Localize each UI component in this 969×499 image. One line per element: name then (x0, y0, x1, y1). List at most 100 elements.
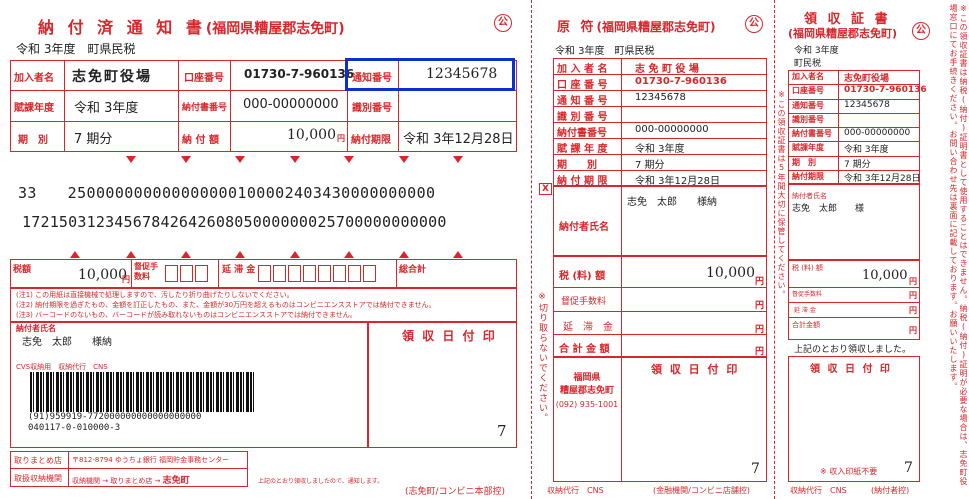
note-3: (注3) バーコードのないもの、バーコードが読み取れないものはコンビニエンススト… (16, 311, 357, 319)
right-row-value: 12345678 (844, 99, 890, 110)
marker-up-icon (290, 251, 300, 258)
subscriber-value: 志免町役場 (72, 69, 152, 85)
grid-col-line (621, 357, 622, 482)
mid-title-sub: (福岡県糟屋郡志免町) (596, 20, 716, 34)
grid-row-line (553, 138, 767, 139)
right-total-yen: 円 (909, 326, 917, 335)
amount-label: 納 付 額 (182, 135, 219, 146)
mid-bottom-right: (金融機関/コンビニ店舗控) (653, 486, 750, 495)
fiscal-value: 令和 3年度 (74, 101, 139, 116)
fee-label: 督促手数料 (134, 262, 158, 281)
mid-tax-value: 10,000 (706, 265, 755, 281)
late-box (303, 265, 316, 282)
right-total-label: 合計金額 (792, 321, 820, 329)
tax-yen: 円 (122, 275, 130, 284)
mid-stamp-label: 領 収 日 付 印 (651, 363, 740, 376)
hikae-label: 識別番号 (352, 103, 392, 114)
left-stamp-digit: 7 (497, 422, 507, 440)
grid-row-line (10, 121, 517, 122)
grid-row-line (553, 311, 767, 312)
routing-value-2: 収納機関 → 取りまとめ店 → 志免町 (72, 473, 190, 486)
separator-dashed (531, 0, 532, 499)
cvs-caption: CVS収納用 収納代行 CNS (16, 363, 108, 371)
right-row-label: 納付書番号 (792, 129, 832, 138)
right-tax: 町民税 (794, 59, 822, 69)
late-box (333, 265, 346, 282)
right-payer-value: 志免 太郎 様 (792, 204, 865, 214)
marker-down-icon (290, 156, 300, 163)
mid-seal-icon: 公 (745, 15, 763, 33)
right-row-value: 000-00000000 (844, 128, 911, 138)
right-row-label: 口座番号 (792, 86, 824, 96)
marker-down-icon (235, 156, 245, 163)
subscriber-label: 加入者名 (14, 73, 54, 84)
grid-col-line (68, 451, 69, 487)
fee-box (165, 265, 178, 282)
right-row-label: 識別番号 (792, 114, 824, 124)
routing-label-2: 取扱収納機関 (14, 474, 62, 483)
mid-row-value: 志 免 町 役 場 (635, 64, 699, 75)
right-era: 令和 3年度 (794, 46, 839, 56)
ocr-line-2: 1721503123456784264260805000000025700000… (22, 213, 447, 231)
mid-total-yen: 円 (755, 347, 765, 357)
right-row-label: 加入者名 (792, 72, 824, 81)
term-label: 期 別 (18, 135, 48, 146)
right-row-label: 期 別 (792, 157, 816, 167)
right-row-value: 志免町役場 (844, 74, 890, 84)
right-tax-label: 税 (料) 額 (792, 264, 823, 272)
grid-row-line (10, 468, 248, 469)
amount-yen: 円 (337, 134, 345, 143)
mid-row-label: 口 座 番 号 (557, 80, 608, 91)
late-box (288, 265, 301, 282)
marker-down-icon (126, 156, 136, 163)
mid-tax-yen: 円 (755, 277, 765, 287)
mid-payer-label: 納付者氏名 (559, 222, 609, 233)
marker-up-icon (126, 251, 136, 258)
right-tax-value: 10,000 (862, 268, 908, 283)
grid-row-line (553, 334, 767, 335)
grid-row-line (788, 287, 920, 288)
marker-up-icon (235, 251, 245, 258)
right-received-note: 上記のとおり領収しました。 (794, 345, 912, 355)
grid-col-line (621, 186, 622, 256)
fiscal-label: 賦課年度 (14, 103, 54, 114)
mid-row-value: 01730-7-960136 (635, 76, 727, 87)
late-box (258, 265, 271, 282)
total-label: 総合計 (399, 265, 427, 275)
left-seal-icon: 公 (494, 14, 512, 32)
grid-row-line (788, 302, 920, 303)
note-2: (注2) 納付期限を過ぎたもの、金額を訂正したもの、また、金額が30万円を超える… (16, 301, 436, 309)
barcode-number: (91)959919-772000000000000000000 (28, 412, 202, 422)
marker-down-icon (399, 156, 409, 163)
grid-row-line (553, 287, 767, 288)
mid-row-value: 12345678 (635, 92, 686, 103)
marker-up-icon (399, 251, 409, 258)
mid-cut-note: ※切り取らないでください。 (537, 292, 547, 423)
right-row-label: 通知番号 (792, 100, 824, 110)
paynum-value: 000-00000000 (243, 97, 339, 112)
bottom-caption: (志免町/コンビニ本部控) (405, 487, 506, 497)
left-stamp-label: 領 収 日 付 印 (402, 329, 497, 343)
right-row-value: 令和 3年12月28日 (844, 173, 921, 184)
right-stamp-digit: 7 (904, 460, 913, 476)
late-box (363, 265, 376, 282)
marker-down-icon (181, 156, 191, 163)
right-row-value: 01730-7-960136 (844, 85, 927, 96)
mid-slip: 原 符(福岡県糟屋郡志免町) 公 令和 3年度 町県民税 加 入 者 名 志 免 … (533, 0, 773, 499)
fee-box (195, 265, 208, 282)
mid-late-label: 延 滞 金 (563, 322, 613, 333)
right-row-value: 7 期分 (844, 159, 871, 170)
mid-bank-stamp: 福岡県 糟屋郡志免町 (092) 935-1001 (555, 372, 619, 411)
amount-col-line (396, 259, 397, 288)
deadline-label: 納付期限 (351, 135, 391, 146)
mid-row-label: 納 付 期 限 (557, 176, 608, 187)
mid-row-label: 通 知 番 号 (557, 96, 608, 107)
right-late-label: 延 滞 金 (794, 307, 816, 314)
grid-col-line (230, 60, 231, 152)
grid-col-line (621, 256, 622, 357)
amount-col-line (131, 259, 132, 288)
left-era-tax: 令和 3年度 町県民税 (16, 42, 136, 56)
mid-tax-label: 税 (料) 額 (559, 271, 606, 282)
mid-stamp-line-3: (092) 935-1001 (555, 400, 619, 409)
left-slip: 納 付 済 通 知 書(福岡県糟屋郡志免町) 公 令和 3年度 町県民税 加入者… (0, 0, 525, 499)
